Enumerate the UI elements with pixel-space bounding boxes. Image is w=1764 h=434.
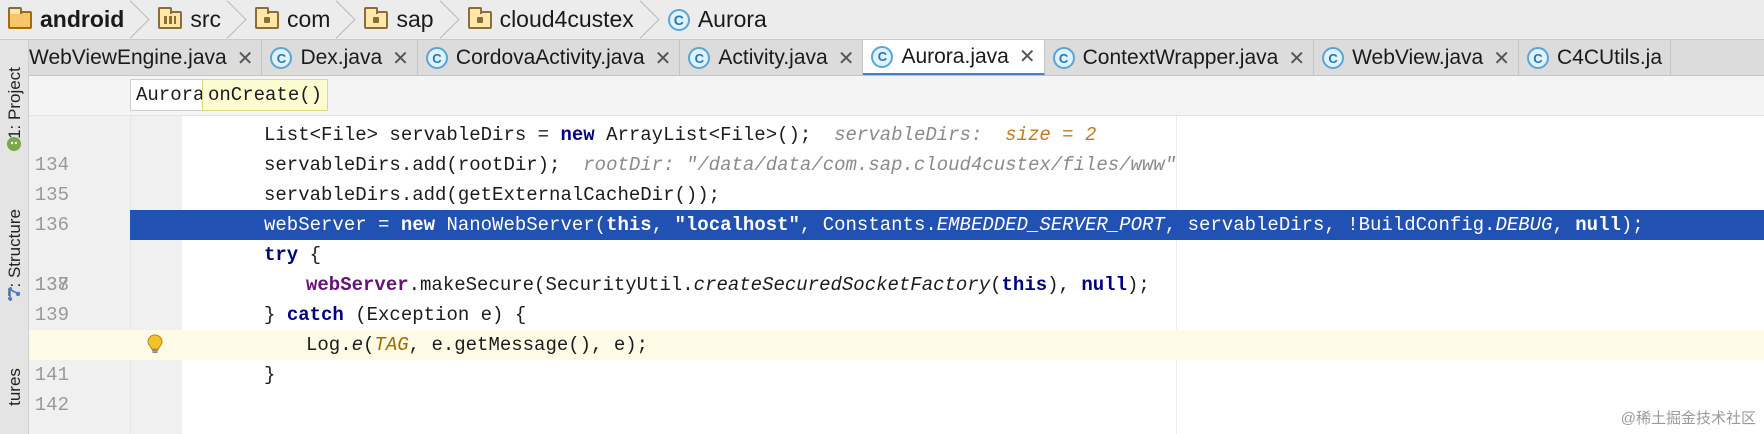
close-icon[interactable]: ✕	[392, 46, 409, 71]
editor-breadcrumb: Aurora onCreate()	[29, 76, 1764, 116]
code-text: servableDirs.add(rootDir); rootDir: "/da…	[264, 154, 1177, 176]
tab-label: CordovaActivity.java	[455, 46, 645, 69]
tab-dex[interactable]: C Dex.java ✕	[262, 40, 418, 75]
code-line-140[interactable]: 140 } catch (Exception e) {	[29, 300, 1764, 356]
crumb-label: com	[287, 6, 331, 32]
class-icon: C	[688, 47, 711, 69]
editor-tab-bar: WebViewEngine.java ✕ C Dex.java ✕ C Cord…	[29, 40, 1764, 76]
code-editor[interactable]: 134 List<File> servableDirs = new ArrayL…	[29, 116, 1764, 434]
tab-webview[interactable]: C WebView.java ✕	[1314, 40, 1519, 75]
code-text: List<File> servableDirs = new ArrayList<…	[264, 124, 1097, 146]
structure-tool-label: 7: Structure	[4, 209, 24, 297]
code-line-134[interactable]: 134 List<File> servableDirs = new ArrayL…	[29, 120, 1764, 176]
navigation-bar: android src com sap cloud4custex C Auror…	[0, 0, 1764, 40]
close-icon[interactable]: ✕	[838, 46, 855, 71]
android-icon	[7, 137, 21, 151]
tab-cordovaactivity[interactable]: C CordovaActivity.java ✕	[418, 40, 681, 75]
code-text: webServer = new NanoWebServer(this, "loc…	[264, 214, 1644, 236]
tab-webviewengine[interactable]: WebViewEngine.java ✕	[29, 40, 263, 75]
tab-label: WebViewEngine.java	[29, 46, 227, 69]
line-number: 142	[34, 394, 69, 416]
close-icon[interactable]: ✕	[655, 46, 672, 71]
tab-label: WebView.java	[1352, 46, 1484, 69]
debug-inline-value: size = 2	[1005, 124, 1097, 146]
project-tool-label: 1: Project	[4, 67, 24, 139]
code-line-141[interactable]: 141 Log.e(TAG, e.getMessage(), e);	[29, 330, 1764, 386]
crumb-label: cloud4custex	[499, 6, 634, 32]
close-icon[interactable]: ✕	[1288, 46, 1305, 71]
captures-tool-label: tures	[4, 368, 24, 406]
package-folder-icon	[364, 6, 389, 29]
code-line-142[interactable]: 142 }	[29, 360, 1764, 416]
code-text: } catch (Exception e) {	[264, 304, 527, 326]
crumb-sap[interactable]: sap	[356, 0, 459, 40]
breadcrumb-class[interactable]: Aurora	[130, 79, 211, 111]
close-icon[interactable]: ✕	[237, 46, 254, 71]
debug-inline-hint: rootDir: "/data/data/com.sap.cloud4custe…	[583, 154, 1177, 176]
crumb-label: android	[40, 6, 125, 32]
left-tool-strip: 1: Project 7: Structure tures	[0, 40, 29, 434]
crumb-label: sap	[396, 6, 434, 32]
captures-tool-tab[interactable]: tures	[0, 340, 29, 434]
tab-aurora[interactable]: C Aurora.java ✕	[863, 40, 1045, 75]
breadcrumb-method[interactable]: onCreate()	[202, 79, 329, 111]
tab-label: Activity.java	[718, 46, 828, 69]
lightbulb-icon[interactable]	[146, 334, 164, 354]
tab-contextwrapper[interactable]: C ContextWrapper.java ✕	[1045, 40, 1315, 75]
code-text: try {	[264, 244, 322, 266]
close-icon[interactable]: ✕	[1493, 46, 1510, 71]
tab-label: Aurora.java	[901, 44, 1009, 68]
crumb-label: src	[190, 6, 222, 32]
crumb-aurora[interactable]: C Aurora	[660, 0, 793, 40]
crumb-src[interactable]: src	[150, 0, 247, 40]
tab-label: C4CUtils.ja	[1557, 46, 1663, 69]
structure-icon	[7, 286, 21, 302]
class-icon: C	[1527, 47, 1549, 69]
class-icon: C	[1322, 47, 1345, 69]
package-folder-icon	[255, 6, 280, 29]
crumb-cloud4custex[interactable]: cloud4custex	[460, 0, 660, 40]
code-line-137[interactable]: 137 webServer = new NanoWebServer(this, …	[29, 210, 1764, 296]
package-folder-icon	[467, 6, 492, 29]
code-line-136[interactable]: 136 servableDirs.add(getExternalCacheDir…	[29, 180, 1764, 236]
crumb-android[interactable]: android	[0, 0, 150, 40]
code-line-138[interactable]: 138 try {	[29, 240, 1764, 296]
class-icon: C	[1052, 47, 1075, 69]
code-text: servableDirs.add(getExternalCacheDir());	[264, 184, 721, 206]
crumb-com[interactable]: com	[247, 0, 356, 40]
watermark: @稀土掘金技术社区	[1620, 410, 1756, 427]
class-icon: C	[871, 45, 894, 68]
code-text: }	[264, 364, 276, 386]
tab-label: Dex.java	[300, 46, 383, 69]
tab-activity[interactable]: C Activity.java ✕	[680, 40, 864, 75]
tab-label: ContextWrapper.java	[1082, 46, 1279, 69]
module-folder-icon	[8, 6, 32, 29]
tab-c4cutils[interactable]: C C4CUtils.ja	[1519, 40, 1672, 75]
crumb-label: Aurora	[697, 6, 767, 32]
close-icon[interactable]: ✕	[1019, 44, 1036, 69]
code-text: webServer.makeSecure(SecurityUtil.create…	[306, 274, 1150, 296]
code-line-135[interactable]: 135 servableDirs.add(rootDir); rootDir: …	[29, 150, 1764, 206]
code-text: Log.e(TAG, e.getMessage(), e);	[306, 334, 649, 356]
class-icon: C	[667, 8, 690, 31]
class-icon: C	[270, 47, 293, 69]
class-icon: C	[425, 47, 448, 69]
code-line-139[interactable]: 139 webServer.makeSecure(SecurityUtil.cr…	[29, 270, 1764, 326]
debug-inline-hint: servableDirs:	[834, 124, 983, 146]
source-folder-icon	[158, 6, 183, 29]
